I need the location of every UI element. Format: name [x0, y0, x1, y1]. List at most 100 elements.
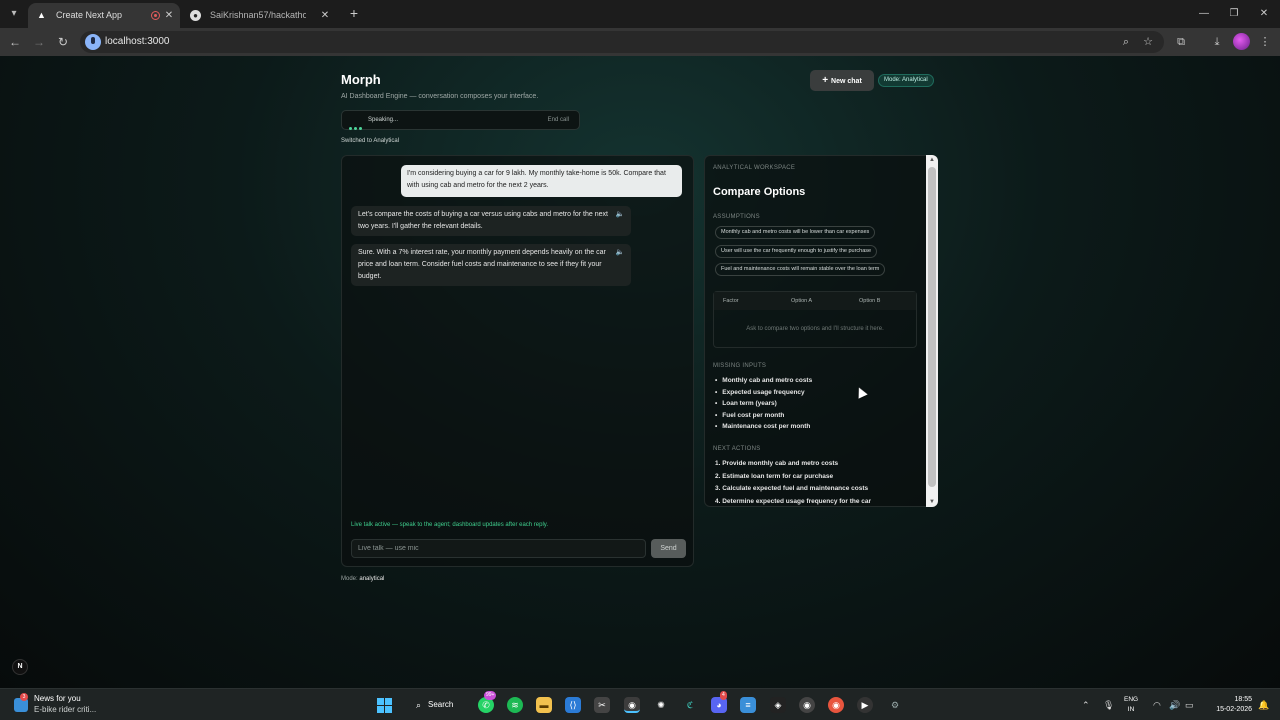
vscode-icon[interactable]: ⟨⟩	[565, 697, 581, 713]
github-icon: ●	[190, 10, 201, 21]
tab-github[interactable]: ● SaiKrishnan57/hackathon: Soph ✕	[182, 3, 336, 28]
speaker-icon[interactable]: 🔈	[615, 248, 625, 258]
notepad-icon[interactable]: ≡	[740, 697, 756, 713]
next-actions-list: 1. Provide monthly cab and metro costs 2…	[715, 458, 872, 506]
browser-tab-bar: ▾ ▲ Create Next App ✕ ● SaiKrishnan57/ha…	[0, 0, 1280, 28]
settings-icon[interactable]: ⚙	[887, 697, 903, 713]
chatgpt-icon[interactable]: ✺	[653, 697, 669, 713]
workspace-title: Compare Options	[713, 186, 806, 198]
notification-badge: 4	[720, 691, 727, 700]
list-item: Fuel cost per month	[715, 410, 812, 422]
wifi-icon[interactable]: ◠	[1153, 697, 1161, 713]
microphone-icon[interactable]: 🎙	[1103, 697, 1114, 713]
analytical-workspace: ANALYTICAL WORKSPACE Compare Options ASS…	[704, 155, 938, 507]
chevron-up-icon[interactable]: ⌃	[1082, 697, 1090, 713]
chrome-icon[interactable]: ◉	[828, 697, 844, 713]
scroll-down-icon[interactable]: ▼	[926, 497, 938, 507]
back-icon[interactable]: ←	[6, 33, 24, 51]
table-header: Factor Option A Option B	[714, 292, 916, 310]
close-window-icon[interactable]: ✕	[1256, 6, 1272, 22]
tab-menu-icon[interactable]: ▾	[4, 4, 24, 24]
language-indicator[interactable]: ENG IN	[1124, 695, 1138, 715]
restore-icon[interactable]: ❐	[1226, 6, 1242, 22]
list-item: 1. Provide monthly cab and metro costs	[715, 460, 839, 467]
tab-create-next-app[interactable]: ▲ Create Next App ✕	[28, 3, 180, 28]
chat-panel: I'm considering buying a car for 9 lakh.…	[341, 155, 694, 567]
workspace-section-label: ANALYTICAL WORKSPACE	[713, 165, 796, 171]
send-button[interactable]: Send	[651, 539, 686, 558]
app-tagline: AI Dashboard Engine — conversation compo…	[341, 93, 539, 100]
spotify-icon[interactable]: ≋	[507, 697, 523, 713]
nextjs-favicon-icon: ▲	[37, 10, 46, 20]
new-chat-button[interactable]: + New chat	[810, 70, 874, 91]
call-status: Speaking...	[368, 117, 399, 123]
list-item: 3. Calculate expected fuel and maintenan…	[715, 485, 869, 493]
user-message: I'm considering buying a car for 9 lakh.…	[401, 165, 682, 197]
notification-badge: 99+	[484, 691, 497, 700]
lang-top: ENG	[1124, 696, 1139, 703]
zoom-icon[interactable]: ⌕	[1118, 34, 1134, 50]
new-tab-button[interactable]: +	[346, 5, 362, 21]
assumption-chip: User will use the car frequently enough …	[715, 245, 878, 258]
assistant-message: Let's compare the costs of buying a car …	[351, 206, 631, 236]
news-widget-title[interactable]: News for you	[34, 694, 81, 703]
tab-title: Create Next App	[56, 10, 123, 20]
app-icon[interactable]: ◈	[770, 697, 786, 713]
media-player-icon[interactable]: ▶	[857, 697, 873, 713]
time: 18:55	[1234, 696, 1252, 703]
chat-input[interactable]	[351, 539, 646, 558]
search-icon: ⌕	[416, 700, 422, 710]
notifications-icon[interactable]: 🔔	[1258, 697, 1269, 713]
extensions-icon[interactable]: ⧉	[1172, 33, 1190, 51]
switch-notice: Switched to Analytical	[341, 138, 400, 144]
nextjs-devtools-button[interactable]: N	[12, 659, 28, 675]
app-icon[interactable]: ℭ	[682, 697, 698, 713]
profile-avatar[interactable]	[1233, 33, 1250, 50]
taskbar-search-button[interactable]: ⌕ Search	[410, 695, 462, 715]
assumptions-label: ASSUMPTIONS	[713, 214, 760, 220]
notification-badge: 3	[20, 693, 28, 701]
battery-icon[interactable]: ▭	[1185, 697, 1194, 713]
taskbar: 3 News for you E-bike rider criti... ⌕ Se…	[0, 688, 1280, 720]
end-call-button[interactable]: End call	[548, 111, 569, 129]
windows-icon[interactable]	[377, 698, 392, 713]
news-widget-subtitle: E-bike rider criti...	[34, 705, 97, 714]
date: 15-02-2026	[1216, 706, 1252, 713]
plus-icon: +	[822, 75, 829, 86]
volume-icon[interactable]: 🔊	[1169, 697, 1180, 713]
chrome-icon[interactable]: ◉	[799, 697, 815, 713]
address-bar[interactable]: localhost:3000 ⌕ ☆	[80, 31, 1164, 53]
list-item: 2. Estimate loan term for car purchase	[715, 472, 834, 480]
download-icon[interactable]: ⤓	[1208, 33, 1226, 51]
microphone-icon[interactable]	[85, 34, 101, 50]
assistant-message-text: Sure. With a 7% interest rate, your mont…	[358, 249, 606, 280]
scroll-up-icon[interactable]: ▲	[926, 155, 938, 165]
list-item: 4. Determine expected usage frequency fo…	[715, 497, 872, 505]
mode-footer-label: Mode:	[341, 576, 358, 582]
forward-icon[interactable]: →	[30, 33, 48, 51]
speaker-icon[interactable]: 🔈	[615, 210, 625, 220]
file-explorer-icon[interactable]: ▬	[536, 697, 552, 713]
comparison-table: Factor Option A Option B Ask to compare …	[713, 291, 917, 348]
search-label: Search	[428, 700, 454, 709]
scrollbar-thumb[interactable]	[928, 167, 936, 487]
close-tab-icon[interactable]: ✕	[163, 3, 175, 28]
list-item: Monthly cab and metro costs	[715, 375, 812, 387]
menu-icon[interactable]: ⋮	[1256, 33, 1274, 51]
clock[interactable]: 18:55 15-02-2026	[1208, 695, 1252, 715]
snipping-tool-icon[interactable]: ✂	[594, 697, 610, 713]
minimize-icon[interactable]: —	[1196, 6, 1212, 22]
assistant-message-text: Let's compare the costs of buying a car …	[358, 211, 608, 230]
reload-icon[interactable]: ↻	[54, 33, 72, 51]
live-talk-hint: Live talk active — speak to the agent; d…	[351, 522, 549, 528]
assumption-chip: Monthly cab and metro costs will be lowe…	[715, 226, 876, 239]
mode-badge: Mode: Analytical	[878, 74, 934, 87]
missing-inputs-list: Monthly cab and metro costs Expected usa…	[715, 375, 812, 433]
star-icon[interactable]: ☆	[1140, 34, 1156, 50]
tab-title: SaiKrishnan57/hackathon: Soph	[210, 10, 306, 20]
new-chat-label: New chat	[831, 78, 862, 85]
chrome-icon[interactable]: ◉	[624, 697, 640, 713]
workspace-scrollbar[interactable]: ▲ ▼	[926, 155, 938, 507]
missing-inputs-label: MISSING INPUTS	[713, 363, 767, 369]
close-tab-icon[interactable]: ✕	[319, 3, 331, 28]
